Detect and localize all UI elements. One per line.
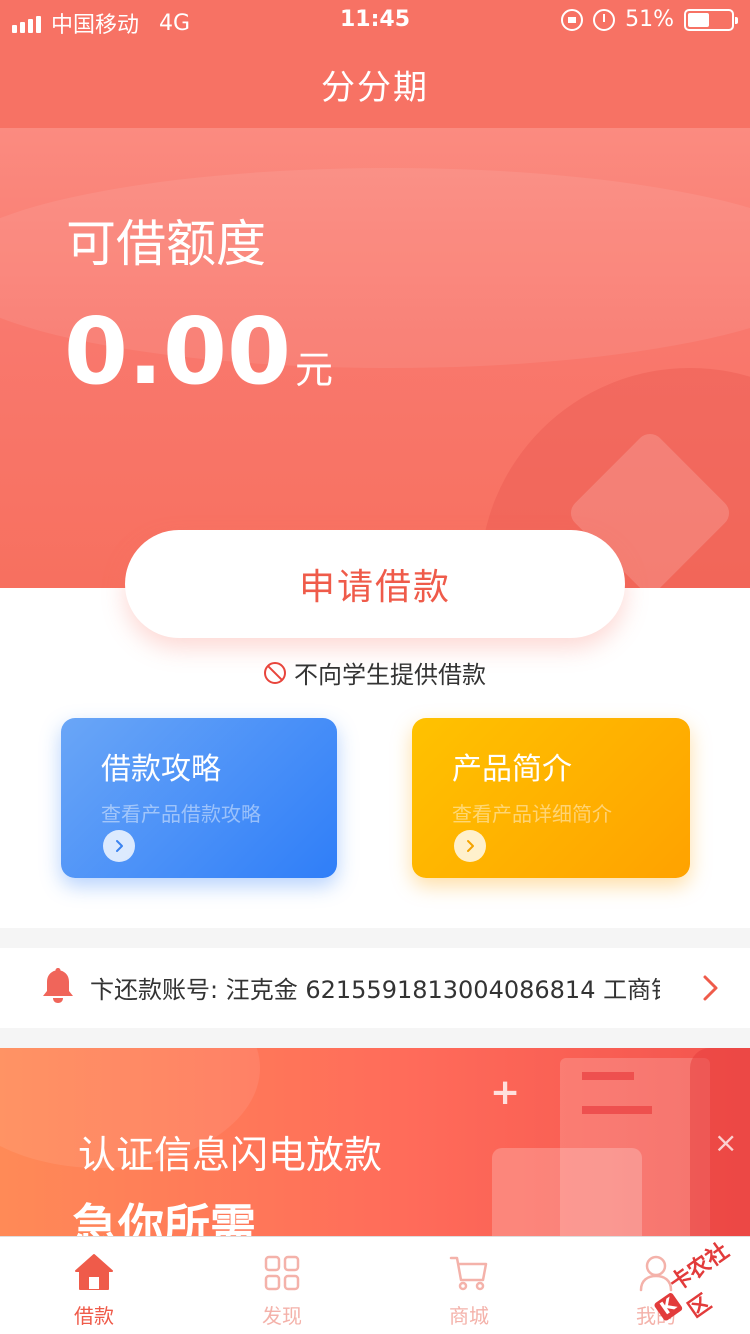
tab-bar: 借款 发现 商城 我的 [0, 1236, 750, 1334]
no-entry-icon [264, 661, 286, 684]
apply-loan-button[interactable]: 申请借款 [125, 530, 625, 638]
credit-amount-unit: 元 [295, 348, 334, 392]
credit-amount-value: 0.00 [64, 298, 291, 405]
tab-mall[interactable]: 商城 [375, 1237, 563, 1334]
orientation-lock-icon [561, 8, 584, 31]
banner-decoration [582, 1106, 652, 1114]
battery-icon [684, 8, 738, 31]
loan-guide-card[interactable]: 借款攻略 查看产品借款攻略 [61, 718, 337, 878]
page-title: 分分期 [321, 68, 429, 108]
credit-limit-amount: 0.00 元 [64, 298, 333, 405]
credit-hero: 可借额度 0.00 元 [0, 128, 750, 588]
plus-icon: + [490, 1072, 521, 1113]
tab-label: 发现 [262, 1304, 302, 1328]
status-bar: 中国移动 4G 11:45 51% [0, 0, 750, 40]
promo-banner[interactable]: + × 认证信息闪电放款 急你所需 [0, 1048, 750, 1248]
product-intro-card[interactable]: 产品简介 查看产品详细简介 [412, 718, 690, 878]
grid-icon [264, 1255, 300, 1291]
student-notice: 不向学生提供借款 [0, 655, 750, 690]
status-right: 51% [561, 7, 738, 32]
top-bar: 中国移动 4G 11:45 51% 分分期 [0, 0, 750, 128]
cross-icon: × [714, 1126, 738, 1159]
app-screen: 中国移动 4G 11:45 51% 分分期 可借额度 0.00 元 申请借款 不… [0, 0, 750, 1334]
loan-guide-subtitle: 查看产品借款攻略 [101, 802, 261, 826]
banner-card-shape [492, 1148, 642, 1248]
cart-icon [449, 1256, 488, 1291]
banner-decoration [582, 1072, 634, 1080]
chevron-right-icon[interactable] [454, 830, 486, 862]
tab-discover[interactable]: 发现 [188, 1237, 376, 1334]
product-intro-title: 产品简介 [452, 752, 572, 787]
loan-guide-title: 借款攻略 [101, 752, 221, 787]
tab-label: 借款 [74, 1304, 114, 1328]
chevron-right-icon[interactable] [702, 974, 720, 1006]
notification-marquee[interactable]: 卞还款账号: 汪克金 6215591813004086814 工商银行 [0, 948, 750, 1028]
marquee-text: 卞还款账号: 汪克金 6215591813004086814 工商银行 [90, 976, 660, 1004]
chevron-right-icon[interactable] [103, 830, 135, 862]
banner-headline: 认证信息闪电放款 [78, 1133, 383, 1177]
tab-label: 商城 [449, 1304, 489, 1328]
credit-limit-label: 可借额度 [66, 215, 266, 273]
tab-loan[interactable]: 借款 [0, 1237, 188, 1334]
student-notice-text: 不向学生提供借款 [294, 661, 486, 689]
bell-icon [40, 966, 76, 1010]
alarm-icon [593, 8, 616, 31]
battery-percent: 51% [625, 7, 674, 32]
product-intro-subtitle: 查看产品详细简介 [452, 802, 612, 826]
home-icon [75, 1254, 113, 1290]
